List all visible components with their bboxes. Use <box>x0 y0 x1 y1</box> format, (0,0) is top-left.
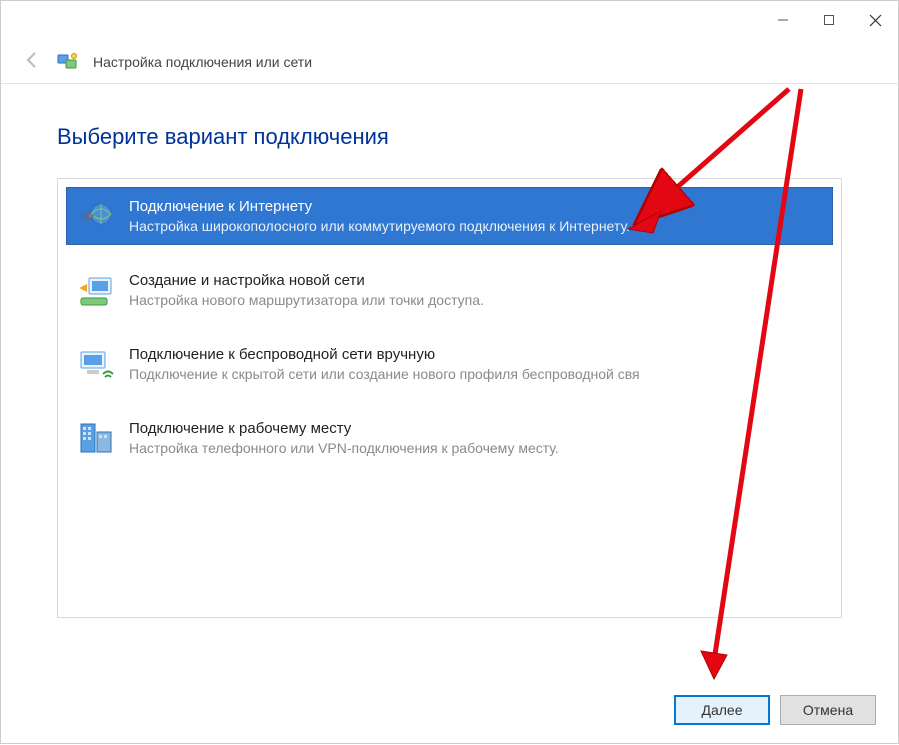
option-desc: Настройка нового маршрутизатора или точк… <box>129 291 824 309</box>
option-workplace[interactable]: Подключение к рабочему месту Настройка т… <box>66 409 833 467</box>
options-listbox[interactable]: Подключение к Интернету Настройка широко… <box>57 178 842 618</box>
option-desc: Настройка широкополосного или коммутируе… <box>129 217 824 235</box>
header-row: Настройка подключения или сети <box>1 41 898 84</box>
next-button[interactable]: Далее <box>674 695 770 725</box>
page-title: Выберите вариант подключения <box>57 124 842 150</box>
option-create-network[interactable]: Создание и настройка новой сети Настройк… <box>66 261 833 319</box>
option-title: Подключение к Интернету <box>129 198 824 215</box>
option-text: Подключение к рабочему месту Настройка т… <box>129 418 824 457</box>
wizard-window: Настройка подключения или сети Выберите … <box>0 0 899 744</box>
footer-buttons: Далее Отмена <box>674 695 876 725</box>
content-area: Выберите вариант подключения Подключение… <box>1 84 898 638</box>
header-title: Настройка подключения или сети <box>93 54 312 70</box>
wireless-pc-icon <box>75 344 115 384</box>
option-desc: Подключение к скрытой сети или создание … <box>129 365 824 383</box>
cancel-button[interactable]: Отмена <box>780 695 876 725</box>
option-title: Подключение к рабочему месту <box>129 420 824 437</box>
maximize-button[interactable] <box>806 5 852 35</box>
back-arrow-icon[interactable] <box>21 49 43 75</box>
building-server-icon <box>75 418 115 458</box>
option-connect-internet[interactable]: Подключение к Интернету Настройка широко… <box>66 187 833 245</box>
option-title: Создание и настройка новой сети <box>129 272 824 289</box>
globe-arrow-icon <box>75 196 115 236</box>
option-text: Создание и настройка новой сети Настройк… <box>129 270 824 309</box>
option-text: Подключение к беспроводной сети вручную … <box>129 344 824 383</box>
network-wizard-icon <box>57 51 79 73</box>
close-button[interactable] <box>852 5 898 35</box>
minimize-button[interactable] <box>760 5 806 35</box>
option-wireless-manual[interactable]: Подключение к беспроводной сети вручную … <box>66 335 833 393</box>
option-desc: Настройка телефонного или VPN-подключени… <box>129 439 824 457</box>
option-text: Подключение к Интернету Настройка широко… <box>129 196 824 235</box>
option-title: Подключение к беспроводной сети вручную <box>129 346 824 363</box>
router-setup-icon <box>75 270 115 310</box>
titlebar <box>1 1 898 41</box>
